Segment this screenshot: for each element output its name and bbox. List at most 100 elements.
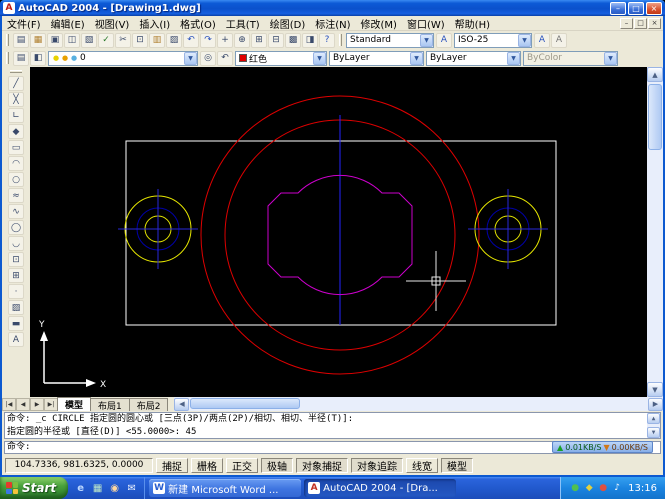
zoom-realtime-icon[interactable]: ⊕ [234, 33, 250, 48]
menu-item-0[interactable]: 文件(F) [2, 16, 46, 31]
insert-block-icon[interactable]: ⊡ [8, 252, 24, 267]
menu-item-1[interactable]: 编辑(E) [46, 16, 90, 31]
chevron-down-icon[interactable]: ▼ [184, 52, 197, 65]
menu-item-2[interactable]: 视图(V) [90, 16, 135, 31]
command-history[interactable]: 命令: _c CIRCLE 指定圆的圆心或 [三点(3P)/两点(2P)/相切、… [4, 412, 661, 439]
construction-line-icon[interactable]: ╳ [8, 92, 24, 107]
chevron-down-icon[interactable]: ▼ [420, 34, 433, 47]
scroll-up-icon[interactable]: ▲ [647, 413, 660, 424]
make-object-layer-current-icon[interactable]: ◎ [200, 51, 216, 66]
chevron-down-icon[interactable]: ▼ [507, 52, 520, 65]
properties-icon[interactable]: ▩ [285, 33, 301, 48]
chevron-down-icon[interactable]: ▼ [410, 52, 423, 65]
command-scrollbar[interactable]: ▲ ▼ [647, 413, 660, 438]
toolbar-grip[interactable] [339, 34, 342, 46]
copy-icon[interactable]: ⊡ [132, 33, 148, 48]
match-properties-icon[interactable]: ▨ [166, 33, 182, 48]
menu-item-4[interactable]: 格式(O) [175, 16, 221, 31]
help-icon[interactable]: ? [319, 33, 335, 48]
hatch-icon[interactable]: ▨ [8, 300, 24, 315]
menu-item-7[interactable]: 标注(N) [310, 16, 355, 31]
zoom-previous-icon[interactable]: ⊟ [268, 33, 284, 48]
show-desktop-icon[interactable]: ▦ [90, 481, 105, 496]
internet-explorer-icon[interactable]: e [73, 481, 88, 496]
status-toggle-7[interactable]: 模型 [441, 458, 473, 473]
save-icon[interactable]: ▣ [47, 33, 63, 48]
print-icon[interactable]: ◫ [64, 33, 80, 48]
line-icon[interactable]: ╱ [8, 76, 24, 91]
status-toggle-5[interactable]: 对象追踪 [351, 458, 403, 473]
status-toggle-2[interactable]: 正交 [226, 458, 258, 473]
drawing-canvas[interactable]: XY [30, 67, 647, 397]
status-toggle-3[interactable]: 极轴 [261, 458, 293, 473]
taskbar-task-1[interactable]: AAutoCAD 2004 - [Dra... [304, 479, 456, 497]
dim-style-icon[interactable]: A [436, 33, 452, 48]
horizontal-scroll-thumb[interactable] [190, 398, 300, 409]
zoom-window-icon[interactable]: ⊞ [251, 33, 267, 48]
doc-minimize-icon[interactable]: – [620, 18, 633, 29]
menu-item-9[interactable]: 窗口(W) [402, 16, 450, 31]
menu-item-5[interactable]: 工具(T) [221, 16, 265, 31]
circle-icon[interactable]: ○ [8, 172, 24, 187]
point-icon[interactable]: · [8, 284, 24, 299]
last-tab-icon[interactable]: ▶| [44, 398, 58, 411]
designcenter-icon[interactable]: ◨ [302, 33, 318, 48]
polygon-icon[interactable]: ◆ [8, 124, 24, 139]
coordinates-display[interactable]: 104.7336, 981.6325, 0.0000 [5, 458, 153, 473]
scroll-down-icon[interactable]: ▼ [647, 382, 663, 397]
cut-icon[interactable]: ✂ [115, 33, 131, 48]
scroll-right-icon[interactable]: ▶ [648, 398, 663, 411]
table-style-icon[interactable]: A [551, 33, 567, 48]
taskbar-task-0[interactable]: W新建 Microsoft Word ... [149, 479, 301, 497]
arc-icon[interactable]: ◠ [8, 156, 24, 171]
paste-icon[interactable]: ▥ [149, 33, 165, 48]
spline-icon[interactable]: ∿ [8, 204, 24, 219]
layer-combo[interactable]: ●●● 0 ▼ [48, 51, 198, 66]
scroll-left-icon[interactable]: ◀ [174, 398, 189, 411]
toolbar-grip[interactable] [10, 70, 22, 73]
multiline-text-icon[interactable]: A [8, 332, 24, 347]
make-block-icon[interactable]: ⊞ [8, 268, 24, 283]
menu-item-10[interactable]: 帮助(H) [450, 16, 495, 31]
horizontal-scrollbar[interactable]: ◀ ▶ [174, 397, 663, 411]
close-icon[interactable]: × [646, 2, 662, 15]
spelling-icon[interactable]: ✓ [98, 33, 114, 48]
vertical-scrollbar[interactable]: ▲ ▼ [647, 67, 663, 397]
print-preview-icon[interactable]: ▧ [81, 33, 97, 48]
doc-close-icon[interactable]: × [648, 18, 661, 29]
dim-style-combo[interactable]: ISO-25 ▼ [454, 33, 532, 48]
status-toggle-0[interactable]: 捕捉 [156, 458, 188, 473]
toolbar-grip[interactable] [6, 34, 9, 46]
layer-previous-icon[interactable]: ◧ [30, 51, 46, 66]
layer-previous-2-icon[interactable]: ↶ [217, 51, 233, 66]
text-style-icon[interactable]: A [534, 33, 550, 48]
undo-icon[interactable]: ↶ [183, 33, 199, 48]
first-tab-icon[interactable]: |◀ [2, 398, 16, 411]
restore-icon[interactable]: □ [628, 2, 644, 15]
tab-layout1[interactable]: 布局1 [90, 398, 130, 411]
menu-item-8[interactable]: 修改(M) [356, 16, 402, 31]
linetype-combo[interactable]: ByLayer ▼ [329, 51, 424, 66]
ellipse-icon[interactable]: ◯ [8, 220, 24, 235]
start-button[interactable]: Start [0, 477, 68, 499]
outlook-icon[interactable]: ✉ [124, 481, 139, 496]
rectangle-icon[interactable]: ▭ [8, 140, 24, 155]
tab-layout2[interactable]: 布局2 [129, 398, 169, 411]
toolbar-grip[interactable] [6, 52, 9, 64]
minimize-icon[interactable]: – [610, 2, 626, 15]
text-style-combo[interactable]: Standard ▼ [346, 33, 434, 48]
doc-restore-icon[interactable]: □ [634, 18, 647, 29]
scroll-up-icon[interactable]: ▲ [647, 67, 663, 82]
chevron-down-icon[interactable]: ▼ [518, 34, 531, 47]
menu-item-3[interactable]: 插入(I) [134, 16, 175, 31]
ellipse-arc-icon[interactable]: ◡ [8, 236, 24, 251]
next-tab-icon[interactable]: ▶ [30, 398, 44, 411]
region-icon[interactable]: ▬ [8, 316, 24, 331]
media-player-icon[interactable]: ◉ [107, 481, 122, 496]
tab-model[interactable]: 模型 [57, 397, 91, 411]
revision-cloud-icon[interactable]: ≈ [8, 188, 24, 203]
pan-icon[interactable]: + [217, 33, 233, 48]
status-toggle-6[interactable]: 线宽 [406, 458, 438, 473]
previous-tab-icon[interactable]: ◀ [16, 398, 30, 411]
layers-icon[interactable]: ▤ [13, 51, 29, 66]
